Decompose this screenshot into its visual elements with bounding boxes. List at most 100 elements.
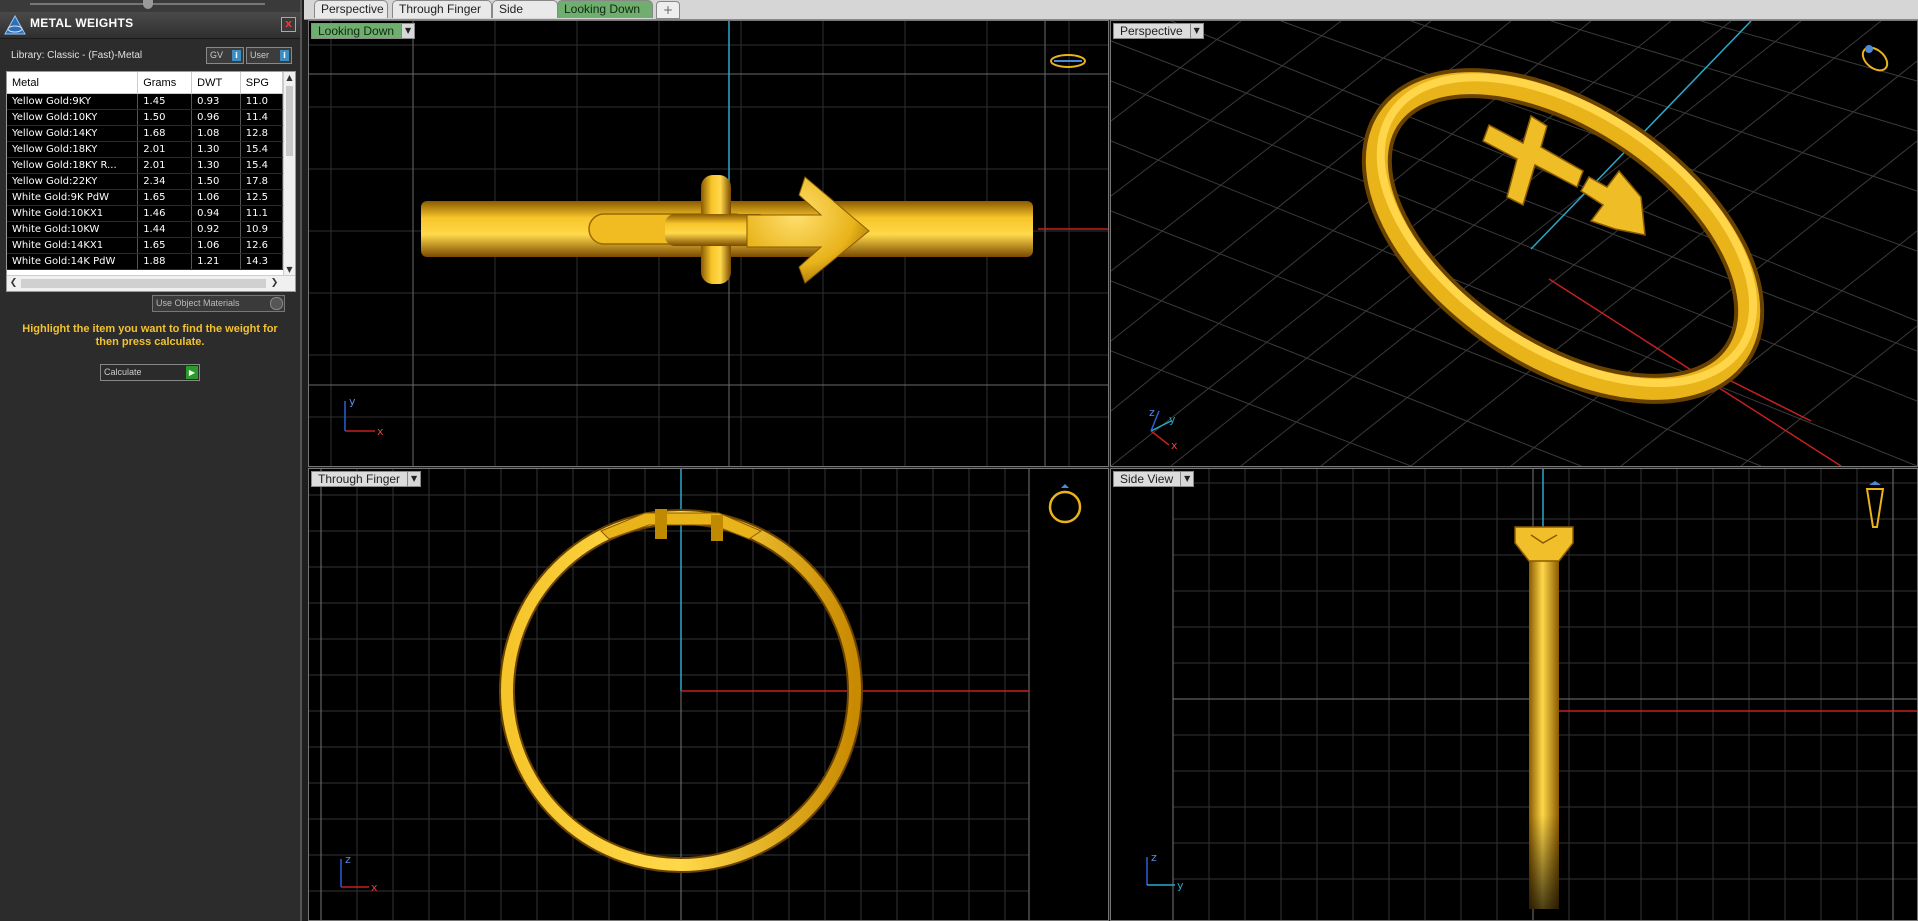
viewport-label: Perspective <box>1120 24 1183 38</box>
viewport-label: Through Finger <box>318 472 401 486</box>
table-row[interactable]: White Gold:14KX1 1.65 1.06 12.6 <box>7 237 284 254</box>
scroll-down-icon[interactable]: ▼ <box>284 264 295 275</box>
user-button[interactable]: User i <box>246 47 292 64</box>
viewport-side-view[interactable]: z y Side View ▼ <box>1110 468 1918 921</box>
table-row[interactable]: White Gold:14K PdW 1.88 1.21 14.3 <box>7 253 284 270</box>
looking-down-scene: y x <box>309 21 1108 466</box>
play-icon[interactable]: ▶ <box>186 366 198 379</box>
panel-resize-handle[interactable] <box>143 0 153 9</box>
metal-cell: Yellow Gold:18KY R... <box>7 157 139 174</box>
dropdown-icon: ▼ <box>401 24 415 38</box>
dwt-cell: 1.30 <box>191 157 241 174</box>
scrollbar-thumb[interactable] <box>21 279 266 288</box>
tab-side-view[interactable]: Side View <box>492 0 558 33</box>
axis-label-z: z <box>345 853 351 866</box>
dwt-cell: 1.06 <box>191 237 241 254</box>
axis-label-x: x <box>1171 439 1178 452</box>
column-header-dwt[interactable]: DWT <box>191 72 241 94</box>
metal-cell: White Gold:10KX1 <box>7 205 139 222</box>
spg-cell: 12.5 <box>240 189 284 206</box>
dwt-cell: 0.92 <box>191 221 241 238</box>
viewport-through-finger[interactable]: z x Through Finger ▼ <box>308 468 1109 921</box>
close-icon[interactable]: x <box>281 17 296 32</box>
table-row[interactable]: Yellow Gold:14KY 1.68 1.08 12.8 <box>7 125 284 142</box>
spg-cell: 17.8 <box>240 173 284 190</box>
axis-gizmo: z y <box>1146 851 1184 892</box>
ring-perspective-view <box>1361 68 1765 404</box>
orientation-widget-icon[interactable] <box>1048 484 1082 524</box>
scroll-right-icon[interactable]: ❯ <box>268 276 281 291</box>
viewport-menu-side-view[interactable]: Side View ▼ <box>1113 471 1195 487</box>
use-object-materials-toggle[interactable]: Use Object Materials <box>152 295 285 312</box>
metal-cell: White Gold:14K PdW <box>7 253 139 270</box>
dwt-cell: 0.96 <box>191 109 241 126</box>
panel-title: METAL WEIGHTS <box>30 16 134 30</box>
table-vertical-scrollbar[interactable]: ▲ ▼ <box>283 72 295 275</box>
table-row[interactable]: White Gold:10KW 1.44 0.92 10.9 <box>7 221 284 238</box>
user-button-label: User <box>250 50 270 60</box>
dwt-cell: 0.93 <box>191 93 241 110</box>
dwt-cell: 1.06 <box>191 189 241 206</box>
orientation-widget-icon[interactable] <box>1050 54 1086 68</box>
table-header-row: Metal Grams DWT SPG <box>7 72 284 94</box>
scroll-left-icon[interactable]: ❮ <box>7 276 20 291</box>
metal-weights-panel: METAL WEIGHTS x Library: Classic - (Fast… <box>0 0 302 921</box>
metal-cell: Yellow Gold:10KY <box>7 109 139 126</box>
table-row[interactable]: Yellow Gold:22KY 2.34 1.50 17.8 <box>7 173 284 190</box>
metal-table: Metal Grams DWT SPG Yellow Gold:9KY 1.45 0… <box>7 72 284 270</box>
table-row[interactable]: White Gold:9K PdW 1.65 1.06 12.5 <box>7 189 284 206</box>
column-header-metal[interactable]: Metal <box>7 72 139 94</box>
panel-top-strip <box>0 0 300 12</box>
grams-cell: 1.65 <box>137 237 193 254</box>
spg-cell: 14.3 <box>240 253 284 270</box>
axis-label-y: y <box>1177 879 1184 892</box>
column-header-spg[interactable]: SPG <box>240 72 284 94</box>
info-icon: i <box>280 50 289 61</box>
tab-through-finger[interactable]: Through Finger <box>392 0 492 18</box>
tab-perspective[interactable]: Perspective <box>314 0 388 18</box>
viewport-menu-perspective[interactable]: Perspective ▼ <box>1113 23 1204 39</box>
ring-side-view <box>1514 526 1574 909</box>
viewport-perspective[interactable]: z y x Perspective ▼ <box>1110 20 1918 467</box>
table-row[interactable]: Yellow Gold:9KY 1.45 0.93 11.0 <box>7 93 284 110</box>
table-row[interactable]: Yellow Gold:18KY R... 2.01 1.30 15.4 <box>7 157 284 174</box>
grams-cell: 1.44 <box>137 221 193 238</box>
axis-label-x: x <box>371 881 378 894</box>
tab-looking-down[interactable]: Looking Down <box>557 0 653 18</box>
grams-cell: 2.34 <box>137 173 193 190</box>
grams-cell: 1.65 <box>137 189 193 206</box>
viewport-label: Looking Down <box>318 24 395 38</box>
gv-button[interactable]: GV i <box>206 47 244 64</box>
orientation-widget-icon[interactable] <box>1858 43 1891 75</box>
orientation-widget-icon[interactable] <box>1865 481 1885 528</box>
viewport-menu-looking-down[interactable]: Looking Down ▼ <box>311 23 416 39</box>
side-view-scene: z y <box>1146 469 1917 920</box>
spg-cell: 11.0 <box>240 93 284 110</box>
column-header-grams[interactable]: Grams <box>137 72 193 94</box>
scroll-up-icon[interactable]: ▲ <box>284 72 295 83</box>
add-tab-icon[interactable]: + <box>656 1 680 19</box>
axis-label-z: z <box>1151 851 1157 864</box>
calculate-button[interactable]: Calculate ▶ <box>100 364 200 381</box>
viewport-label: Side View <box>1120 472 1174 486</box>
spg-cell: 15.4 <box>240 157 284 174</box>
calculate-label: Calculate <box>104 367 142 377</box>
toggle-icon <box>270 297 283 310</box>
metal-cell: White Gold:10KW <box>7 221 139 238</box>
axis-gizmo: z y x <box>1149 406 1178 452</box>
viewport-looking-down[interactable]: y x Looking Down ▼ <box>308 20 1109 467</box>
y-axis-line-short <box>1730 380 1812 422</box>
table-row[interactable]: White Gold:10KX1 1.46 0.94 11.1 <box>7 205 284 222</box>
grams-cell: 1.68 <box>137 125 193 142</box>
metal-weights-logo-icon <box>4 15 26 35</box>
table-horizontal-scrollbar[interactable]: ❮ ❯ <box>7 275 295 291</box>
grid <box>309 469 1030 920</box>
spg-cell: 12.8 <box>240 125 284 142</box>
table-row[interactable]: Yellow Gold:18KY 2.01 1.30 15.4 <box>7 141 284 158</box>
scrollbar-thumb[interactable] <box>286 86 293 156</box>
grams-cell: 2.01 <box>137 141 193 158</box>
table-row[interactable]: Yellow Gold:10KY 1.50 0.96 11.4 <box>7 109 284 126</box>
viewport-menu-through-finger[interactable]: Through Finger ▼ <box>311 471 422 487</box>
metal-cell: Yellow Gold:18KY <box>7 141 139 158</box>
metal-cell: Yellow Gold:9KY <box>7 93 139 110</box>
